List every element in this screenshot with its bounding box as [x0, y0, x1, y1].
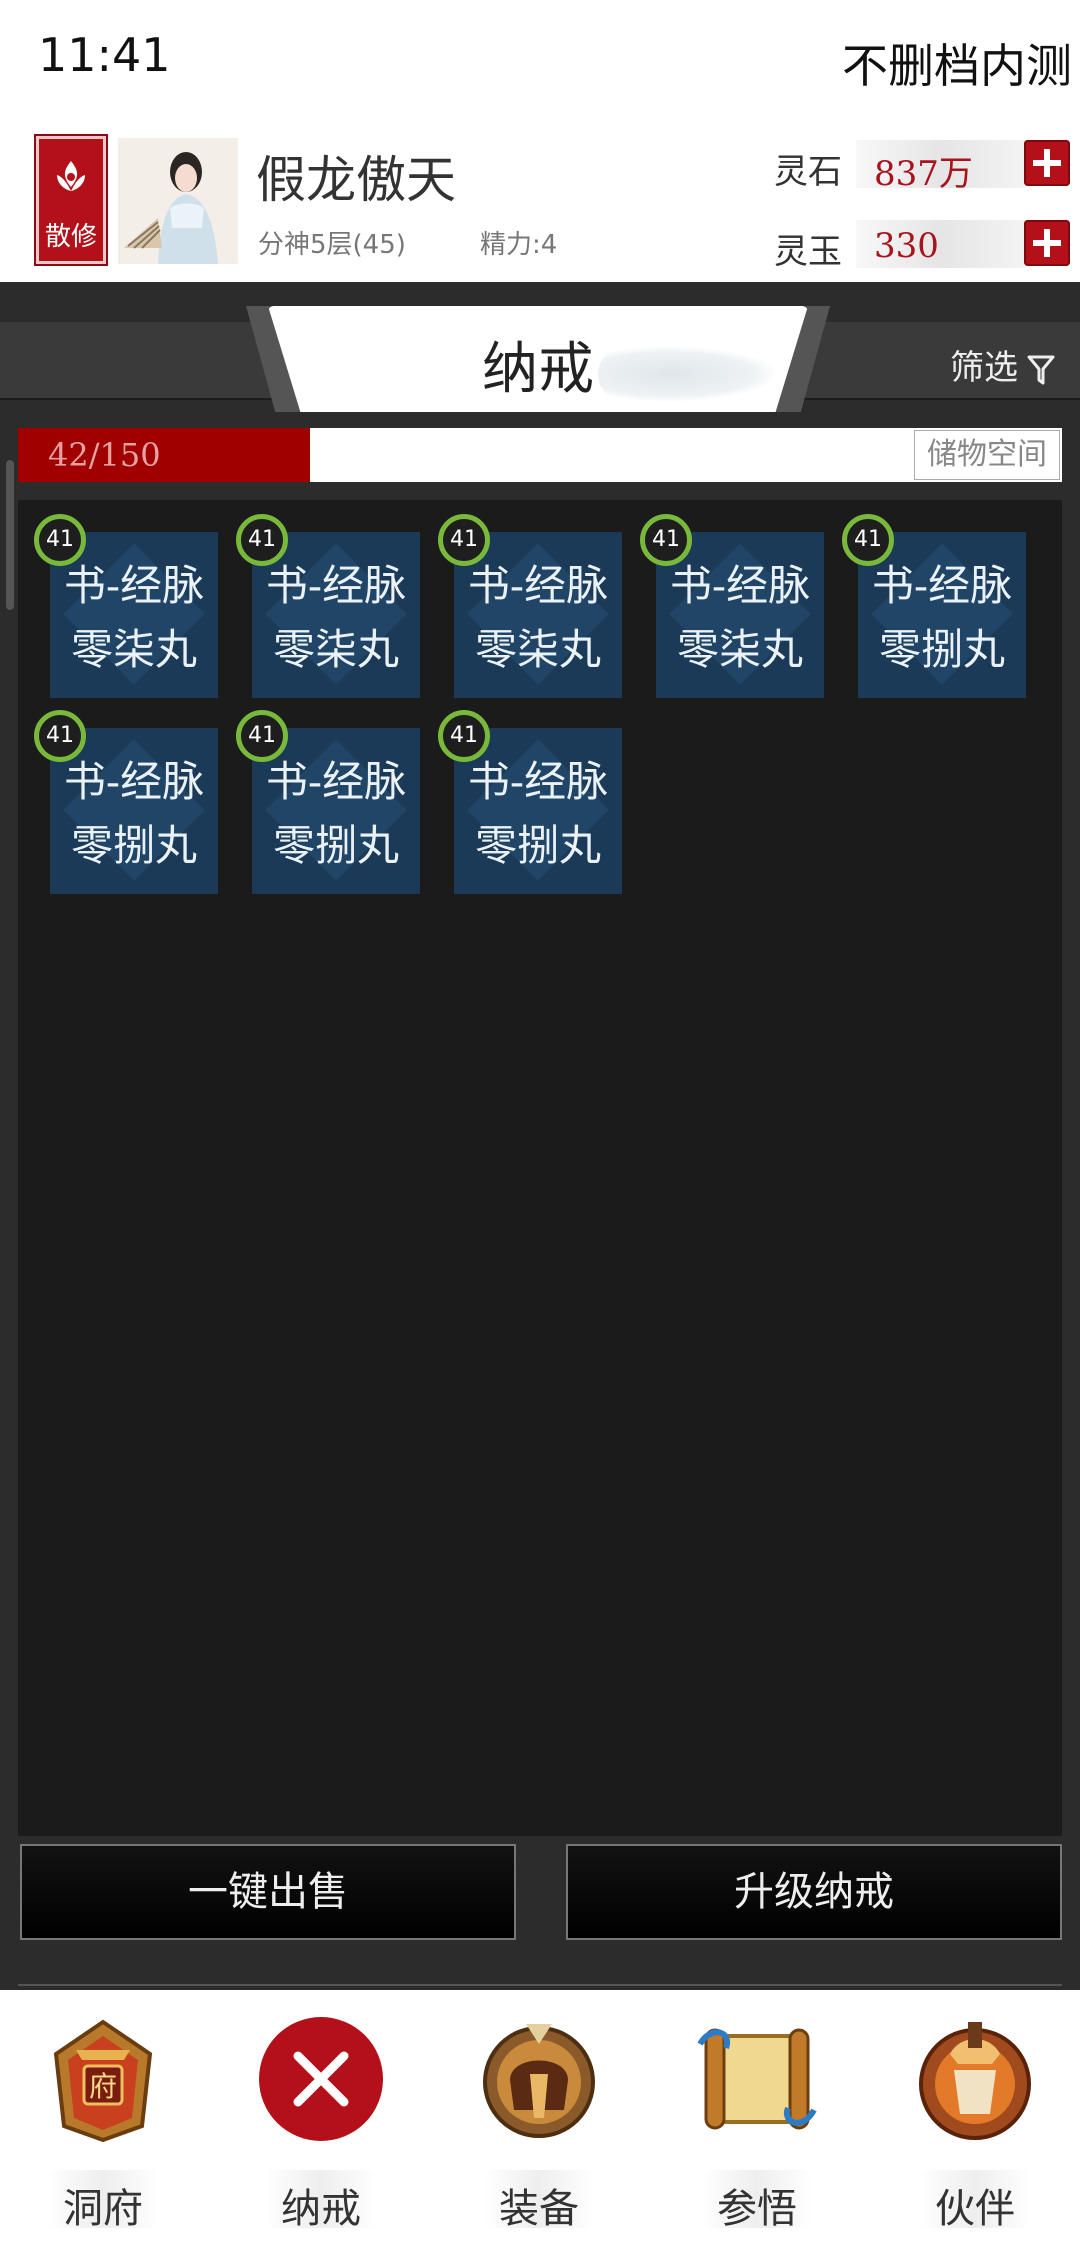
item-level-badge: 41	[236, 710, 288, 762]
companion-icon	[919, 2022, 1031, 2140]
item-level-badge: 41	[34, 514, 86, 566]
panel-title-tab: 纳戒	[246, 306, 830, 412]
avatar-portrait	[118, 138, 238, 264]
player-energy: 精力:4	[480, 230, 558, 260]
nav-label: 洞府	[63, 2186, 143, 2232]
scrollbar[interactable]	[6, 460, 14, 610]
item-name-line1: 书-经脉	[63, 757, 205, 806]
currency-spirit-jade: 灵玉 330	[774, 218, 1074, 272]
item-name-line2: 零捌丸	[878, 625, 1005, 674]
item-name-line1: 书-经脉	[467, 757, 609, 806]
nav-ring[interactable]: 纳戒	[236, 2004, 406, 2244]
bottom-nav: 府 洞府 纳戒 装备 参悟 伙伴	[0, 1990, 1080, 2260]
server-label: 不删档内测	[842, 39, 1072, 93]
item-level-badge: 41	[842, 514, 894, 566]
mansion-icon: 府	[53, 2019, 153, 2143]
player-realm: 分神5层(45)	[258, 230, 406, 260]
nav-comprehend[interactable]: 参悟	[672, 2004, 842, 2244]
currency-value: 837万	[874, 154, 973, 194]
avatar[interactable]	[118, 138, 238, 264]
currency-spirit-stone: 灵石 837万	[774, 138, 1074, 194]
item-name-line2: 零捌丸	[474, 821, 601, 870]
item-level-badge: 41	[438, 514, 490, 566]
sell-all-button[interactable]: 一键出售	[20, 1844, 516, 1940]
item-name-line2: 零柒丸	[474, 625, 601, 674]
player-header: 散修 假龙傲天 分神5层(45) 精力:4 灵石 837万 灵玉 330	[0, 120, 1080, 282]
currency-label: 灵石	[774, 152, 842, 192]
nav-label: 参悟	[717, 2186, 797, 2232]
divider	[18, 1984, 1062, 1986]
inventory-panel: 纳戒 筛选 42/150 储物空间 书-经脉 零柒丸 41 书-经脉 零柒丸 41 书-经脉…	[0, 282, 1080, 1990]
item-name-line1: 书-经脉	[265, 757, 407, 806]
add-spirit-jade-button[interactable]	[1024, 220, 1070, 266]
nav-label: 装备	[499, 2186, 579, 2232]
add-spirit-stone-button[interactable]	[1024, 140, 1070, 186]
scroll-icon	[697, 2028, 817, 2130]
item-name-line2: 零捌丸	[272, 821, 399, 870]
item-level-badge: 41	[236, 514, 288, 566]
panel-title: 纳戒	[482, 337, 594, 402]
upgrade-ring-button[interactable]: 升级纳戒	[566, 1844, 1062, 1940]
currency-value: 330	[874, 226, 939, 266]
helmet-icon	[483, 2024, 595, 2138]
nav-label: 纳戒	[281, 2186, 361, 2232]
item-grid: 书-经脉 零柒丸 41 书-经脉 零柒丸 41 书-经脉 零柒丸 41 书-经脉 零柒丸 41 书-经脉…	[18, 500, 1062, 1836]
currency-label: 灵玉	[774, 232, 842, 272]
storage-space-button[interactable]: 储物空间	[914, 430, 1060, 480]
player-name: 假龙傲天	[256, 151, 456, 209]
capacity-count: 42/150	[48, 436, 161, 474]
item-name-line1: 书-经脉	[63, 561, 205, 610]
item-name-line2: 零捌丸	[70, 821, 197, 870]
item-name-line1: 书-经脉	[669, 561, 811, 610]
status-bar: 11:41 不删档内测	[0, 0, 1080, 120]
close-icon	[259, 2017, 383, 2141]
nav-mansion[interactable]: 府 洞府	[18, 2004, 188, 2244]
item-level-badge: 41	[438, 710, 490, 762]
item-name-line2: 零柒丸	[676, 625, 803, 674]
item-name-line1: 书-经脉	[265, 561, 407, 610]
sect-badge[interactable]: 散修	[36, 136, 106, 264]
capacity-bar: 42/150 储物空间	[18, 428, 1062, 482]
item-name-line2: 零柒丸	[272, 625, 399, 674]
item-name-line1: 书-经脉	[467, 561, 609, 610]
filter-button[interactable]: 筛选	[950, 340, 1056, 389]
nav-label: 伙伴	[935, 2186, 1015, 2232]
clock: 11:41	[38, 28, 171, 82]
lotus-flame-icon	[57, 161, 85, 191]
filter-label: 筛选	[950, 348, 1018, 388]
sect-label: 散修	[44, 222, 97, 252]
nav-equipment[interactable]: 装备	[454, 2004, 624, 2244]
nav-emblem: 府	[89, 2070, 117, 2103]
item-level-badge: 41	[34, 710, 86, 762]
filter-icon	[1027, 355, 1055, 385]
item-name-line2: 零柒丸	[70, 625, 197, 674]
item-level-badge: 41	[640, 514, 692, 566]
nav-companion[interactable]: 伙伴	[890, 2004, 1060, 2244]
item-name-line1: 书-经脉	[871, 561, 1013, 610]
